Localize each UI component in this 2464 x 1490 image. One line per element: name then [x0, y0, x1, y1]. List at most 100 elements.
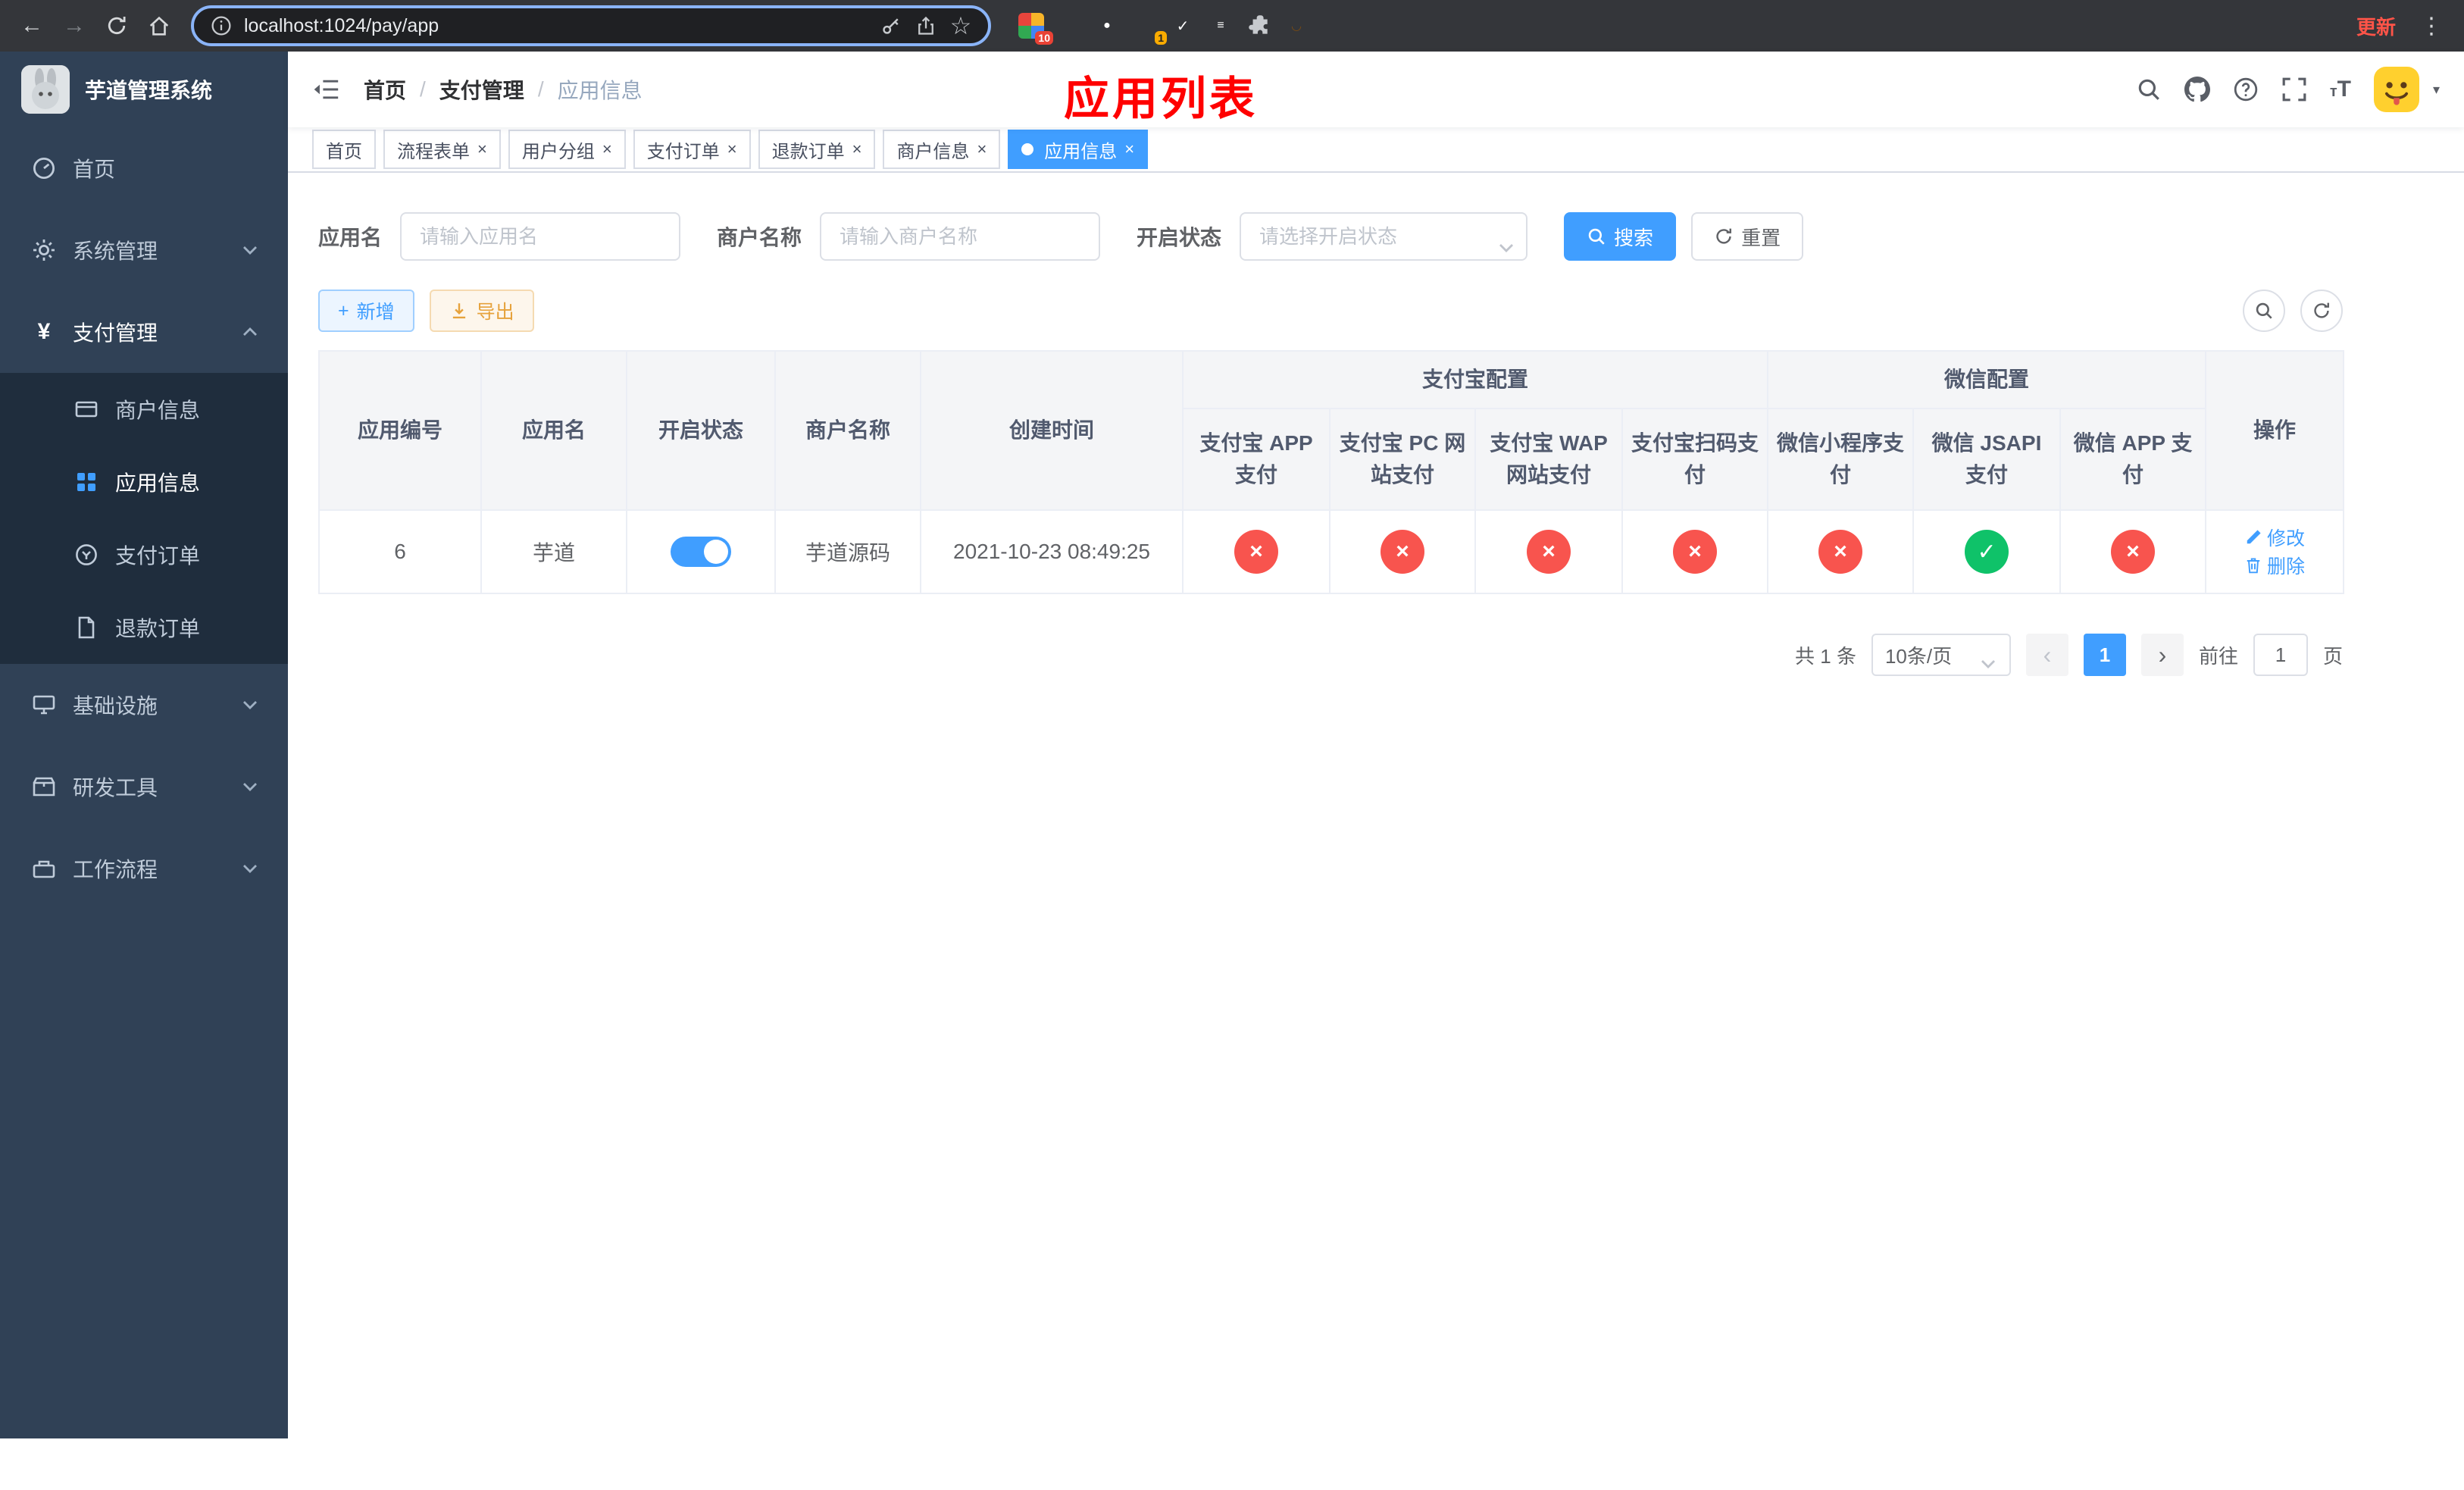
column-header-alipay-qr: 支付宝扫码支付	[1621, 408, 1769, 511]
close-icon[interactable]: ×	[602, 141, 612, 158]
merchant-name-input[interactable]	[820, 212, 1101, 261]
extensions-puzzle-icon[interactable]	[1246, 13, 1271, 39]
font-size-icon[interactable]: тT	[2330, 78, 2351, 101]
sidebar-collapse-icon[interactable]	[312, 77, 339, 102]
fullscreen-icon[interactable]	[2281, 77, 2307, 102]
close-icon[interactable]: ×	[727, 141, 737, 158]
sidebar-item-system[interactable]: 系统管理	[0, 209, 288, 291]
sidebar-item-home[interactable]: 首页	[0, 127, 288, 209]
document-icon	[73, 615, 100, 640]
extension-avatar-icon[interactable]: 1	[1132, 13, 1167, 45]
extension-mosaic-icon[interactable]: 10	[1018, 13, 1053, 45]
goto-page-input[interactable]	[2253, 634, 2308, 676]
tab-pay-order[interactable]: 支付订单 ×	[633, 130, 751, 169]
next-page-button[interactable]: ›	[2140, 634, 2184, 676]
browser-menu-icon[interactable]: ⋮	[2411, 13, 2452, 39]
sidebar-item-infrastructure[interactable]: 基础设施	[0, 664, 288, 746]
forward-icon[interactable]: →	[55, 6, 94, 45]
profile-avatar-icon[interactable]: ◡	[1284, 13, 1309, 39]
sidebar-item-payment[interactable]: ¥ 支付管理	[0, 291, 288, 373]
sidebar-item-merchant-info[interactable]: 商户信息	[0, 373, 288, 446]
tab-app-info[interactable]: 应用信息 ×	[1008, 130, 1149, 169]
tab-user-group[interactable]: 用户分组 ×	[508, 130, 626, 169]
sidebar-item-label: 商户信息	[115, 399, 201, 422]
cell-merchant: 芋道源码	[774, 509, 921, 594]
column-header-wechat-mini: 微信小程序支付	[1767, 408, 1915, 511]
back-icon[interactable]: ←	[12, 6, 52, 45]
reset-button[interactable]: 重置	[1691, 212, 1804, 261]
edit-link-label: 修改	[2267, 528, 2306, 549]
url-text[interactable]: localhost:1024/pay/app	[244, 15, 868, 37]
share-icon[interactable]	[914, 14, 938, 38]
status-label: 开启状态	[1137, 226, 1222, 249]
search-form: 应用名 商户名称 开启状态	[318, 212, 2434, 261]
search-icon[interactable]	[2136, 77, 2162, 102]
sidebar-item-app-info[interactable]: 应用信息	[0, 446, 288, 518]
page-number-1[interactable]: 1	[2083, 634, 2126, 676]
help-icon[interactable]	[2233, 77, 2259, 102]
prev-page-button[interactable]: ‹	[2025, 634, 2068, 676]
sidebar-item-workflow[interactable]: 工作流程	[0, 828, 288, 909]
navbar-actions: тT ▾	[2136, 67, 2440, 112]
sidebar: 芋道管理系统 首页 系统管理 ¥ 支付管理 商户信息 应用信息 支付订单 退款订…	[0, 52, 288, 1438]
github-icon[interactable]	[2184, 77, 2210, 102]
export-button[interactable]: 导出	[429, 290, 534, 332]
user-avatar[interactable]	[2373, 67, 2419, 112]
column-header-created: 创建时间	[920, 350, 1184, 511]
refresh-button[interactable]	[2300, 290, 2343, 332]
sidebar-item-label: 工作流程	[73, 858, 158, 881]
sidebar-item-devtools[interactable]: 研发工具	[0, 746, 288, 828]
tab-label: 支付订单	[646, 141, 720, 162]
table-toolbar: + 新增 导出	[318, 290, 2343, 332]
status-badge: ×	[2111, 530, 2156, 574]
cell-status	[626, 509, 776, 594]
status-select-input[interactable]	[1240, 212, 1528, 261]
delete-link[interactable]: 删除	[2244, 552, 2305, 579]
close-icon[interactable]: ×	[1124, 141, 1134, 158]
sidebar-item-label: 研发工具	[73, 776, 158, 800]
app-name-input[interactable]	[400, 212, 681, 261]
extension-dark-circle-icon[interactable]: ●	[1094, 13, 1120, 39]
breadcrumb-item[interactable]: 支付管理	[439, 74, 524, 105]
navbar: 首页 / 支付管理 / 应用信息 应用列表 тT ▾	[288, 52, 2464, 127]
tab-label: 商户信息	[896, 141, 970, 162]
tab-home[interactable]: 首页	[312, 130, 376, 169]
address-bar[interactable]: localhost:1024/pay/app ☆	[191, 5, 991, 46]
sidebar-item-refund-order[interactable]: 退款订单	[0, 591, 288, 664]
status-select[interactable]	[1240, 212, 1528, 261]
app-logo-row[interactable]: 芋道管理系统	[0, 52, 288, 127]
tab-merchant-info[interactable]: 商户信息 ×	[883, 130, 1001, 169]
yen-icon: ¥	[37, 319, 51, 344]
tab-process-form[interactable]: 流程表单 ×	[383, 130, 501, 169]
pagination: 共 1 条 10条/页 ‹ 1 › 前往 页	[318, 634, 2343, 676]
breadcrumb-item[interactable]: 首页	[364, 74, 406, 105]
chevron-down-icon	[242, 864, 258, 873]
home-icon[interactable]	[139, 6, 179, 45]
close-icon[interactable]: ×	[477, 141, 487, 158]
add-button[interactable]: + 新增	[318, 290, 414, 332]
close-icon[interactable]: ×	[852, 141, 862, 158]
password-key-icon[interactable]	[879, 14, 903, 38]
search-button[interactable]: 搜索	[1564, 212, 1677, 261]
status-toggle[interactable]	[671, 537, 731, 567]
cell-wechat-jsapi: ✓	[1912, 509, 2062, 594]
cell-alipay-wap: ×	[1474, 509, 1623, 594]
tabs-bar: 首页 流程表单 × 用户分组 × 支付订单 × 退款订单 × 商户信息 × 应用信息 ×	[288, 127, 2464, 173]
edit-link[interactable]: 修改	[2244, 524, 2305, 551]
bookmark-star-icon[interactable]: ☆	[949, 12, 973, 39]
close-icon[interactable]: ×	[977, 141, 987, 158]
sidebar-item-label: 应用信息	[115, 471, 201, 495]
avatar-caret-icon[interactable]: ▾	[2433, 82, 2440, 98]
extension-blue-drop-icon[interactable]	[1056, 13, 1082, 39]
extension-check-icon[interactable]: ✓	[1170, 13, 1196, 39]
chrome-update-button[interactable]: 更新	[2344, 8, 2408, 45]
page-title-annotation: 应用列表	[1064, 74, 1258, 124]
extensions-area: 10 ● 1 ✓ ≡ ◡	[1003, 13, 1324, 45]
toggle-search-button[interactable]	[2243, 290, 2285, 332]
reload-icon[interactable]	[97, 6, 136, 45]
extension-note-icon[interactable]: ≡	[1208, 13, 1234, 39]
site-info-icon[interactable]	[209, 14, 233, 38]
sidebar-item-pay-order[interactable]: 支付订单	[0, 518, 288, 591]
tab-refund-order[interactable]: 退款订单 ×	[758, 130, 876, 169]
page-size-select[interactable]: 10条/页	[1871, 634, 2011, 676]
